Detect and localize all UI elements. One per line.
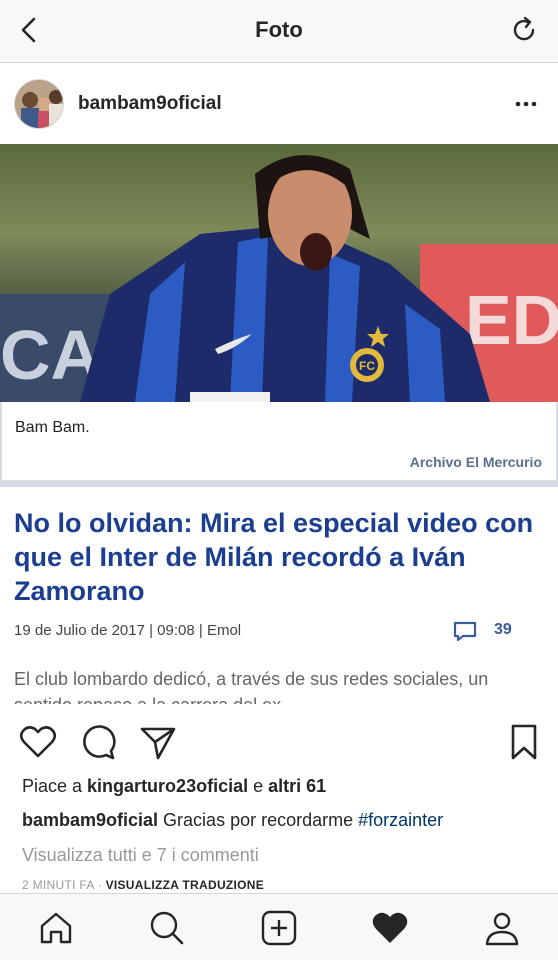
post-actions [0,704,558,774]
divider [0,482,558,487]
avatar[interactable] [14,79,64,129]
article-comment-count: 39 [452,618,522,642]
caption-text: Gracias por recordarme [158,810,359,830]
page-title: Foto [255,17,303,42]
view-all-comments-link[interactable]: Visualizza tutti e 7 i commenti [22,845,259,866]
comment-icon[interactable] [78,722,118,762]
post-timestamp: 2 MINUTI FA · VISUALIZZA TRADUZIONE [22,878,264,892]
photo-credit: Archivo El Mercurio [409,454,542,470]
heart-icon[interactable] [18,722,58,762]
likes-others-link[interactable]: altri 61 [268,776,326,796]
post-time: 2 MINUTI FA [22,878,94,892]
comment-count: 39 [494,621,512,638]
article-headline: No lo olvidan: Mira el especial video co… [14,508,534,606]
photo-caption-box: Bam Bam. Archivo El Mercurio [0,402,558,482]
article-photo: CAP ED FC [0,144,558,402]
comment-bubble-icon [453,621,477,642]
avatar-image [15,80,63,128]
refresh-icon[interactable] [508,14,540,46]
more-options-icon[interactable] [512,94,540,114]
profile-icon[interactable] [482,908,522,948]
likes-prefix: Piace a [22,776,88,796]
caption-username[interactable]: bambam9oficial [22,810,158,830]
post-header: bambam9oficial [0,64,558,144]
activity-heart-icon[interactable] [370,908,410,948]
svg-text:FC: FC [359,359,375,373]
post-image[interactable]: CAP ED FC Bam Bam. Archivo El Mercurio N… [0,144,558,704]
new-post-icon[interactable] [259,908,299,948]
bookmark-icon[interactable] [504,722,544,762]
article-meta: 19 de Julio de 2017 | 09:08 | Emol [14,622,242,639]
bottom-tab-bar [0,893,558,960]
photo-caption: Bam Bam. [15,419,90,436]
likes-user-link[interactable]: kingarturo23oficial [87,776,248,796]
home-icon[interactable] [36,908,76,948]
article-lead: El club lombardo dedicó, a través de sus… [14,669,489,704]
translate-link[interactable]: VISUALIZZA TRADUZIONE [106,878,265,892]
top-nav-bar: Foto [0,0,558,63]
timestamp-separator: · [93,878,106,892]
caption-hashtag[interactable]: #forzainter [358,810,443,830]
post-username[interactable]: bambam9oficial [78,93,222,115]
likes-middle: e [248,776,269,796]
share-icon[interactable] [138,722,178,762]
search-icon[interactable] [147,908,187,948]
post-caption: bambam9oficial Gracias por recordarme #f… [22,810,443,831]
svg-text:ED: ED [465,281,558,359]
likes-summary: Piace a kingarturo23oficial e altri 61 [22,776,326,797]
